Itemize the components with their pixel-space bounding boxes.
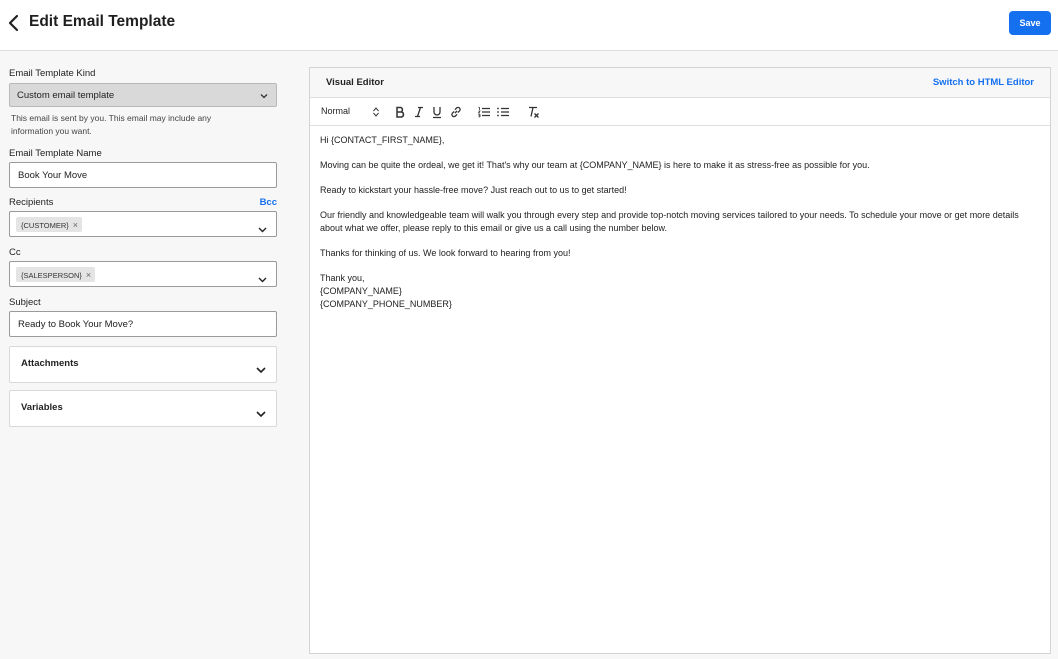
back-arrow-icon[interactable] xyxy=(6,13,24,33)
chevron-down-icon xyxy=(258,271,267,283)
template-kind-select[interactable]: Custom email template xyxy=(9,83,277,107)
email-body[interactable]: Hi {CONTACT_FIRST_NAME}, Moving can be q… xyxy=(320,134,1042,311)
bcc-link[interactable]: Bcc xyxy=(260,197,277,208)
body-paragraph: Our friendly and knowledgeable team will… xyxy=(320,210,1019,233)
body-signature-line: Thank you, xyxy=(320,273,365,283)
save-button[interactable]: Save xyxy=(1009,11,1051,35)
cc-label: Cc xyxy=(9,247,21,258)
variables-title: Variables xyxy=(21,402,63,413)
format-select-value: Normal xyxy=(321,106,351,116)
chip-remove-icon[interactable]: × xyxy=(73,220,78,230)
switch-to-html-link[interactable]: Switch to HTML Editor xyxy=(933,77,1034,88)
template-name-label: Email Template Name xyxy=(9,148,102,159)
cc-select[interactable]: {SALESPERSON} × xyxy=(9,261,277,287)
template-kind-label: Email Template Kind xyxy=(9,68,96,79)
underline-icon[interactable] xyxy=(430,105,444,119)
chevron-down-icon xyxy=(260,92,268,100)
cc-chip-label: {SALESPERSON} xyxy=(21,271,82,280)
chip-remove-icon[interactable]: × xyxy=(86,270,91,280)
template-kind-helper: This email is sent by you. This email ma… xyxy=(11,113,212,136)
bold-icon[interactable] xyxy=(393,105,407,119)
clear-format-icon[interactable] xyxy=(526,105,540,119)
body-signature-line: {COMPANY_PHONE_NUMBER} xyxy=(320,299,452,309)
page-header: Edit Email Template Save xyxy=(0,0,1058,51)
chevron-down-icon xyxy=(256,361,266,374)
link-icon[interactable] xyxy=(449,105,463,119)
editor-toolbar: Normal xyxy=(310,98,1050,126)
subject-input[interactable] xyxy=(9,311,277,337)
chevron-down-icon xyxy=(258,221,267,233)
ordered-list-icon[interactable] xyxy=(477,105,491,119)
template-name-input[interactable] xyxy=(9,162,277,188)
editor-title: Visual Editor xyxy=(326,77,384,88)
variables-accordion[interactable]: Variables xyxy=(9,390,277,427)
recipient-chip-label: {CUSTOMER} xyxy=(21,221,69,230)
cc-chip: {SALESPERSON} × xyxy=(16,267,96,282)
attachments-title: Attachments xyxy=(21,358,79,369)
body-greeting: Hi {CONTACT_FIRST_NAME}, xyxy=(320,135,445,145)
recipient-chip: {CUSTOMER} × xyxy=(16,217,83,232)
updown-arrows-icon xyxy=(373,107,379,117)
format-select[interactable]: Normal xyxy=(321,106,379,119)
visual-editor: Visual Editor Switch to HTML Editor Norm… xyxy=(309,67,1051,654)
bullet-list-icon[interactable] xyxy=(496,105,510,119)
recipients-select[interactable]: {CUSTOMER} × xyxy=(9,211,277,237)
body-paragraph: Ready to kickstart your hassle-free move… xyxy=(320,185,627,195)
body-signature-line: {COMPANY_NAME} xyxy=(320,286,402,296)
chevron-down-icon xyxy=(256,405,266,418)
body-paragraph: Thanks for thinking of us. We look forwa… xyxy=(320,248,571,258)
editor-header: Visual Editor Switch to HTML Editor xyxy=(310,68,1050,98)
template-kind-value: Custom email template xyxy=(17,90,115,101)
italic-icon[interactable] xyxy=(412,105,426,119)
attachments-accordion[interactable]: Attachments xyxy=(9,346,277,383)
subject-label: Subject xyxy=(9,297,41,308)
page-title: Edit Email Template xyxy=(29,13,176,30)
recipients-label: Recipients xyxy=(9,197,54,208)
body-paragraph: Moving can be quite the ordeal, we get i… xyxy=(320,160,870,170)
